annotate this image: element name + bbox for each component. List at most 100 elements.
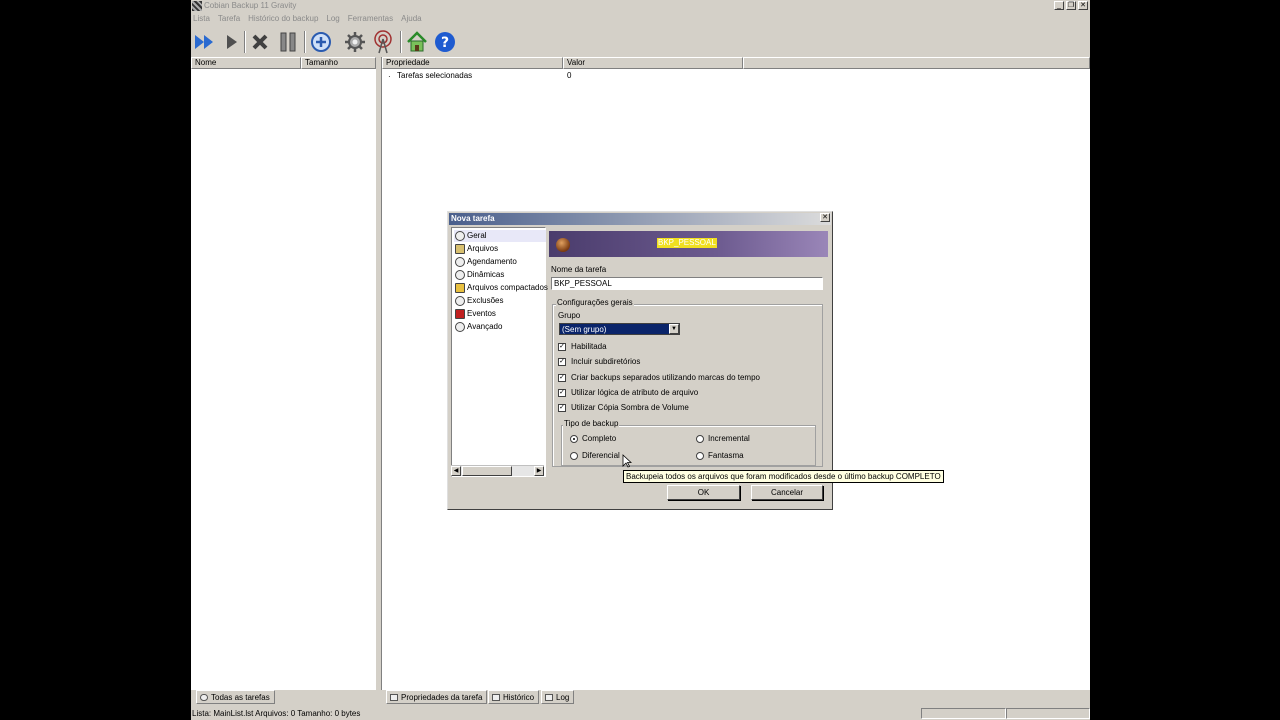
group-select[interactable]: (Sem grupo) ▼ bbox=[559, 323, 680, 335]
person-icon bbox=[455, 231, 465, 241]
menu-tarefa[interactable]: Tarefa bbox=[218, 14, 240, 23]
property-name: Tarefas selecionadas bbox=[397, 71, 473, 80]
radio-completo[interactable]: Completo bbox=[570, 434, 616, 444]
scroll-thumb[interactable] bbox=[462, 466, 512, 476]
tab-label: Log bbox=[556, 693, 570, 702]
properties-tab-icon bbox=[390, 694, 398, 701]
run-all-icon[interactable] bbox=[192, 29, 218, 55]
window-title: Cobian Backup 11 Gravity bbox=[204, 1, 297, 10]
scroll-right-icon[interactable]: ▶ bbox=[534, 466, 544, 476]
radio-incremental[interactable]: Incremental bbox=[696, 434, 750, 444]
close-button[interactable]: ✕ bbox=[1078, 1, 1088, 10]
radio-label: Fantasma bbox=[708, 451, 744, 460]
menu-bar: Lista Tarefa Histórico do backup Log Ferrame… bbox=[191, 13, 1090, 25]
restore-button[interactable]: ❐ bbox=[1066, 1, 1076, 10]
checkbox-label: Criar backups separados utilizando marca… bbox=[571, 373, 760, 382]
nav-horizontal-scrollbar[interactable]: ◀ ▶ bbox=[451, 465, 544, 476]
nav-item-eventos[interactable]: Eventos bbox=[454, 308, 546, 320]
tab-todas-as-tarefas[interactable]: Todas as tarefas bbox=[196, 690, 275, 704]
nav-item-geral[interactable]: Geral bbox=[454, 230, 546, 242]
checkbox-label: Utilizar lógica de atributo de arquivo bbox=[571, 388, 699, 397]
status-bar: Lista: MainList.lst Arquivos: 0 Tamanho:… bbox=[191, 707, 1090, 720]
tab-label: Todas as tarefas bbox=[211, 693, 270, 702]
checkbox-label: Utilizar Cópia Sombra de Volume bbox=[571, 403, 689, 412]
menu-lista[interactable]: Lista bbox=[193, 14, 210, 23]
radio-icon[interactable] bbox=[570, 452, 578, 460]
nav-item-agendamento[interactable]: Agendamento bbox=[454, 256, 546, 268]
title-bar: Cobian Backup 11 Gravity _ ❐ ✕ bbox=[191, 0, 1090, 12]
properties-tabs: Propriedades da tarefa Histórico Log bbox=[386, 690, 626, 705]
column-header-tamanho[interactable]: Tamanho bbox=[301, 57, 376, 69]
radio-fantasma[interactable]: Fantasma bbox=[696, 451, 744, 461]
toolbar-separator bbox=[304, 31, 306, 53]
exclusions-icon bbox=[455, 296, 465, 306]
new-task-dialog: Nova tarefa ✕ Geral Arquivos Agendamento… bbox=[447, 211, 833, 510]
cancel-icon[interactable] bbox=[247, 29, 273, 55]
app-icon bbox=[192, 1, 202, 11]
task-banner: BKP_PESSOAL bbox=[549, 231, 828, 257]
home-icon[interactable] bbox=[404, 29, 430, 55]
checkbox-icon[interactable]: ✓ bbox=[558, 389, 566, 397]
history-tab-icon bbox=[492, 694, 500, 701]
nav-item-exclusoes[interactable]: Exclusões bbox=[454, 295, 546, 307]
column-header-nome[interactable]: Nome bbox=[191, 57, 301, 69]
mouse-cursor-icon bbox=[622, 454, 632, 468]
menu-log[interactable]: Log bbox=[326, 14, 339, 23]
checkbox-icon[interactable]: ✓ bbox=[558, 358, 566, 366]
files-icon bbox=[455, 244, 465, 254]
cancel-button[interactable]: Cancelar bbox=[751, 485, 823, 500]
column-header-valor[interactable]: Valor bbox=[563, 57, 743, 69]
nav-item-arquivos[interactable]: Arquivos bbox=[454, 243, 546, 255]
radio-icon[interactable] bbox=[696, 435, 704, 443]
tab-propriedades-da-tarefa[interactable]: Propriedades da tarefa bbox=[386, 690, 488, 704]
run-icon[interactable] bbox=[219, 29, 245, 55]
checkbox-incluir-subdiretorios[interactable]: ✓ Incluir subdiretórios bbox=[558, 357, 640, 367]
checkbox-label: Incluir subdiretórios bbox=[571, 357, 641, 366]
settings-icon[interactable] bbox=[342, 29, 368, 55]
add-task-icon[interactable] bbox=[308, 29, 334, 55]
nav-item-dinamicas[interactable]: Dinâmicas bbox=[454, 269, 546, 281]
menu-ajuda[interactable]: Ajuda bbox=[401, 14, 421, 23]
checkbox-logica-atributo[interactable]: ✓ Utilizar lógica de atributo de arquivo bbox=[558, 388, 698, 398]
checkbox-icon[interactable]: ✓ bbox=[558, 404, 566, 412]
ok-button[interactable]: OK bbox=[667, 485, 740, 500]
task-list-pane[interactable]: Nome Tamanho bbox=[191, 57, 376, 690]
pause-icon[interactable] bbox=[275, 29, 301, 55]
gear-icon bbox=[455, 322, 465, 332]
column-header-propriedade[interactable]: Propriedade bbox=[382, 57, 563, 69]
radio-label: Completo bbox=[582, 434, 617, 443]
nav-item-arquivos-compactados[interactable]: Arquivos compactados bbox=[454, 282, 548, 294]
menu-historico[interactable]: Histórico do backup bbox=[248, 14, 318, 23]
dialog-close-button[interactable]: ✕ bbox=[820, 213, 830, 222]
nav-label: Arquivos compactados bbox=[467, 283, 548, 292]
nav-label: Avançado bbox=[467, 322, 503, 331]
chevron-down-icon[interactable]: ▼ bbox=[669, 324, 679, 334]
toolbar-separator bbox=[244, 31, 246, 53]
menu-ferramentas[interactable]: Ferramentas bbox=[348, 14, 393, 23]
help-icon[interactable]: ? bbox=[432, 29, 458, 55]
checkbox-habilitada[interactable]: ✓ Habilitada bbox=[558, 342, 607, 352]
status-panel bbox=[921, 708, 1006, 719]
checkbox-backups-separados[interactable]: ✓ Criar backups separados utilizando marc… bbox=[558, 373, 760, 383]
radio-icon[interactable] bbox=[570, 435, 578, 443]
magnet-icon bbox=[455, 309, 465, 319]
checkbox-copia-sombra[interactable]: ✓ Utilizar Cópia Sombra de Volume bbox=[558, 403, 689, 413]
group-select-value: (Sem grupo) bbox=[562, 325, 607, 334]
checkbox-icon[interactable]: ✓ bbox=[558, 374, 566, 382]
checkbox-icon[interactable]: ✓ bbox=[558, 343, 566, 351]
folder-icon bbox=[455, 283, 465, 293]
tab-log[interactable]: Log bbox=[541, 690, 575, 704]
radio-icon[interactable] bbox=[696, 452, 704, 460]
antenna-icon[interactable] bbox=[370, 29, 396, 55]
nav-label: Arquivos bbox=[467, 244, 499, 253]
tab-historico[interactable]: Histórico bbox=[488, 690, 540, 704]
radio-diferencial[interactable]: Diferencial bbox=[570, 451, 620, 461]
scroll-left-icon[interactable]: ◀ bbox=[451, 466, 461, 476]
backup-type-label: Tipo de backup bbox=[563, 419, 620, 429]
minimize-button[interactable]: _ bbox=[1054, 1, 1064, 10]
status-panel bbox=[1006, 708, 1090, 719]
tooltip: Backupeia todos os arquivos que foram mo… bbox=[623, 470, 944, 483]
clock-icon bbox=[455, 257, 465, 267]
nav-item-avancado[interactable]: Avançado bbox=[454, 321, 546, 333]
task-name-field[interactable]: BKP_PESSOAL bbox=[551, 277, 823, 290]
